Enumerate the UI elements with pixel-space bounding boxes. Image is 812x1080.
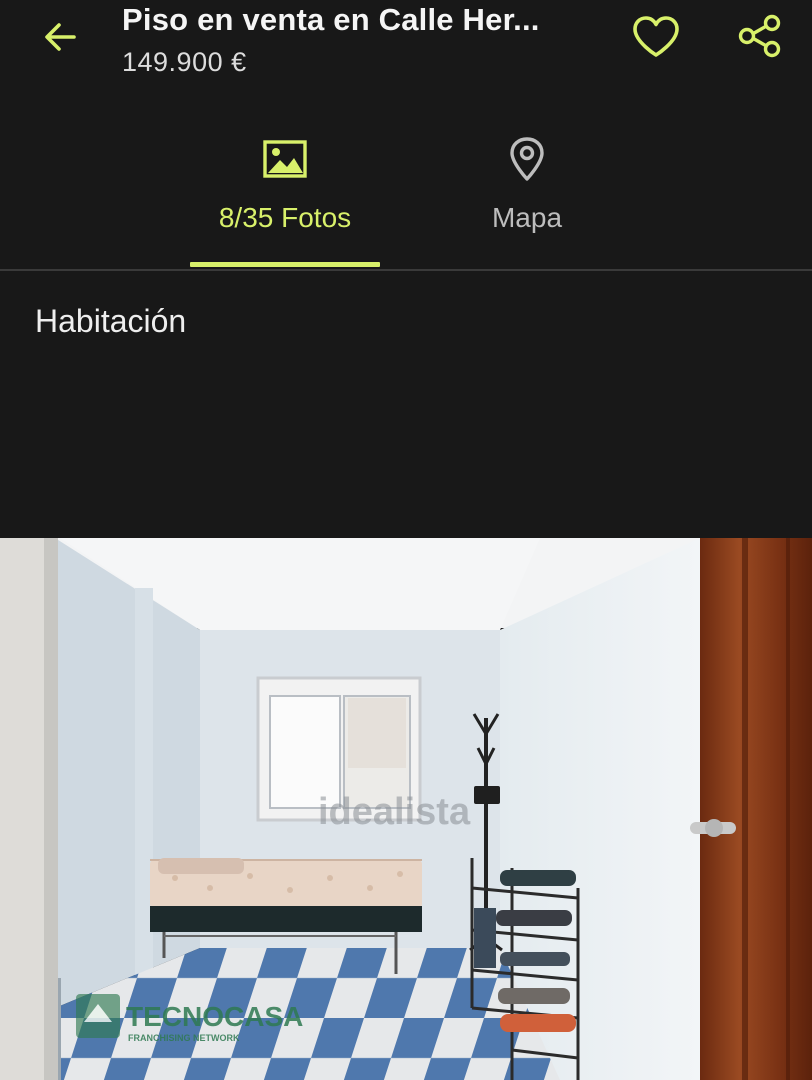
listing-price: 149.900 € [122, 47, 247, 77]
image-icon [262, 134, 308, 184]
favorite-button[interactable] [628, 14, 684, 64]
share-icon [737, 13, 783, 64]
listing-heading: Piso en venta en Calle Her... 149.900 € [122, 0, 592, 80]
top-app-bar: Piso en venta en Calle Her... 149.900 € [0, 0, 812, 110]
map-pin-icon [507, 134, 547, 184]
tab-map-label: Mapa [491, 202, 563, 233]
media-tabs: 8/35 Fotos Mapa [0, 110, 812, 271]
share-button[interactable] [734, 12, 786, 64]
tab-photos[interactable]: 8/35 Fotos [190, 134, 380, 268]
agency-logo-text: TECNOCASA [126, 1001, 303, 1032]
watermark-text: idealista [318, 791, 471, 833]
listing-title: Piso en venta en Calle Her... [122, 2, 540, 37]
back-button[interactable] [36, 18, 84, 60]
tabs-divider [0, 269, 812, 271]
arrow-left-icon [40, 17, 80, 62]
listing-photo[interactable]: idealista TECNOCASA FRANCHISING NETWORK [0, 538, 812, 1080]
agency-tagline-text: FRANCHISING NETWORK [128, 1033, 240, 1043]
active-tab-indicator [190, 262, 380, 267]
tab-map[interactable]: Mapa [432, 134, 622, 268]
bedroom-photo: idealista TECNOCASA FRANCHISING NETWORK [0, 538, 812, 1080]
photo-caption: Habitación [35, 303, 187, 339]
tab-photos-label: 8/35 Fotos [218, 202, 352, 233]
heart-icon [631, 15, 681, 64]
